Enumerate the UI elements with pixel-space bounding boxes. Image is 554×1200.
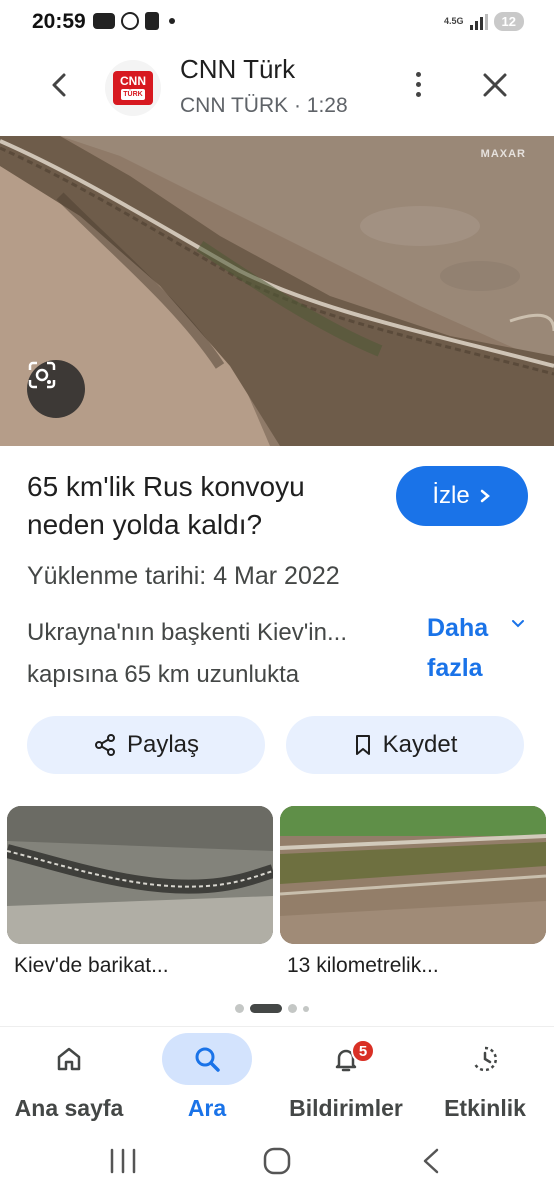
video-thumbnail[interactable]: MAXAR — [0, 136, 554, 446]
back-button[interactable] — [44, 69, 76, 101]
dot-icon — [415, 91, 421, 97]
channel-name[interactable]: CNN Türk — [180, 54, 295, 85]
recent-apps-button[interactable] — [103, 1146, 143, 1176]
nav-label: Etkinlik — [444, 1095, 526, 1121]
description-line: Ukrayna'nın başkenti Kiev'in... — [27, 619, 347, 646]
notification-icons — [93, 12, 175, 30]
more-notifications-icon — [169, 18, 175, 24]
share-label: Paylaş — [126, 731, 200, 758]
pager-dot — [235, 1004, 244, 1013]
share-button[interactable]: Paylaş — [27, 716, 265, 774]
watch-label: İzle — [432, 482, 470, 509]
satellite-image — [0, 136, 554, 446]
nav-label: Ana sayfa — [14, 1095, 124, 1121]
save-button[interactable]: Kaydet — [286, 716, 524, 774]
status-bar: 20:59 4.5G 12 — [0, 0, 554, 44]
video-description: Ukrayna'nın başkenti Kiev'in... kapısına… — [27, 612, 417, 696]
related-video-card[interactable] — [7, 806, 273, 944]
show-more-link[interactable]: Daha fazla — [427, 608, 507, 688]
related-thumbnail — [7, 806, 273, 944]
search-icon — [195, 1047, 220, 1072]
related-video-card[interactable] — [280, 806, 546, 944]
bottom-navigation: Ana sayfa Ara 5 Bildirimler Etkinlik — [0, 1026, 554, 1130]
back-nav-button[interactable] — [412, 1146, 452, 1176]
related-thumbnail — [280, 806, 546, 944]
bookmark-icon — [355, 735, 370, 755]
carousel-pager — [235, 1004, 309, 1013]
pager-dot — [288, 1004, 297, 1013]
dot-icon — [415, 71, 421, 77]
nav-item-activity[interactable]: Etkinlik — [416, 1027, 554, 1131]
nav-label: Ara — [187, 1095, 227, 1121]
home-button[interactable] — [257, 1146, 297, 1176]
lens-button[interactable] — [27, 360, 85, 418]
channel-subtitle: CNN TÜRK · 1:28 — [180, 94, 348, 117]
nav-item-notifications[interactable]: 5 Bildirimler — [276, 1027, 416, 1131]
dot-icon — [415, 81, 421, 87]
upload-date: Yüklenme tarihi: 4 Mar 2022 — [27, 562, 340, 590]
nav-icon-container: 5 — [301, 1033, 391, 1085]
chevron-right-icon — [480, 489, 490, 503]
share-icon — [94, 734, 115, 756]
nav-item-home[interactable]: Ana sayfa — [0, 1027, 138, 1131]
network-type: 4.5G — [444, 16, 464, 26]
battery-indicator: 12 — [493, 12, 524, 31]
status-time: 20:59 — [32, 10, 86, 33]
watermark: MAXAR — [480, 148, 526, 160]
save-label: Kaydet — [382, 731, 458, 758]
signal-icon — [469, 13, 488, 30]
status-right: 4.5G 12 — [444, 12, 524, 31]
pager-dot — [303, 1005, 309, 1012]
more-options-button[interactable] — [404, 66, 432, 102]
system-navigation — [0, 1130, 554, 1200]
pager-dot-active — [250, 1004, 282, 1013]
activity-icon — [473, 1046, 498, 1072]
channel-logo[interactable]: CNN TÜRK — [105, 60, 161, 116]
nav-icon-container — [440, 1033, 530, 1085]
nav-item-search[interactable]: Ara — [138, 1027, 276, 1131]
lens-icon — [28, 361, 56, 389]
cnn-turk-logo: CNN TÜRK — [113, 71, 153, 105]
chevron-down-icon[interactable] — [510, 616, 526, 632]
home-icon — [57, 1047, 81, 1071]
nav-label: Bildirimler — [289, 1095, 403, 1121]
related-video-title[interactable]: Kiev'de barikat... — [14, 954, 169, 978]
video-header: CNN TÜRK CNN Türk CNN TÜRK · 1:28 — [0, 44, 554, 136]
close-button[interactable] — [478, 68, 512, 102]
alert-icon — [145, 12, 159, 30]
video-title: 65 km'lik Rus konvoyu neden yolda kaldı? — [27, 471, 305, 540]
nav-icon-container — [162, 1033, 252, 1085]
description-line: kapısına 65 km uzunlukta — [27, 661, 300, 688]
related-video-title[interactable]: 13 kilometrelik... — [287, 954, 439, 978]
notification-badge: 5 — [351, 1039, 375, 1063]
tv-app-icon — [93, 13, 115, 29]
nav-icon-container — [24, 1033, 114, 1085]
whatsapp-icon — [121, 12, 139, 30]
watch-button[interactable]: İzle — [396, 466, 528, 526]
